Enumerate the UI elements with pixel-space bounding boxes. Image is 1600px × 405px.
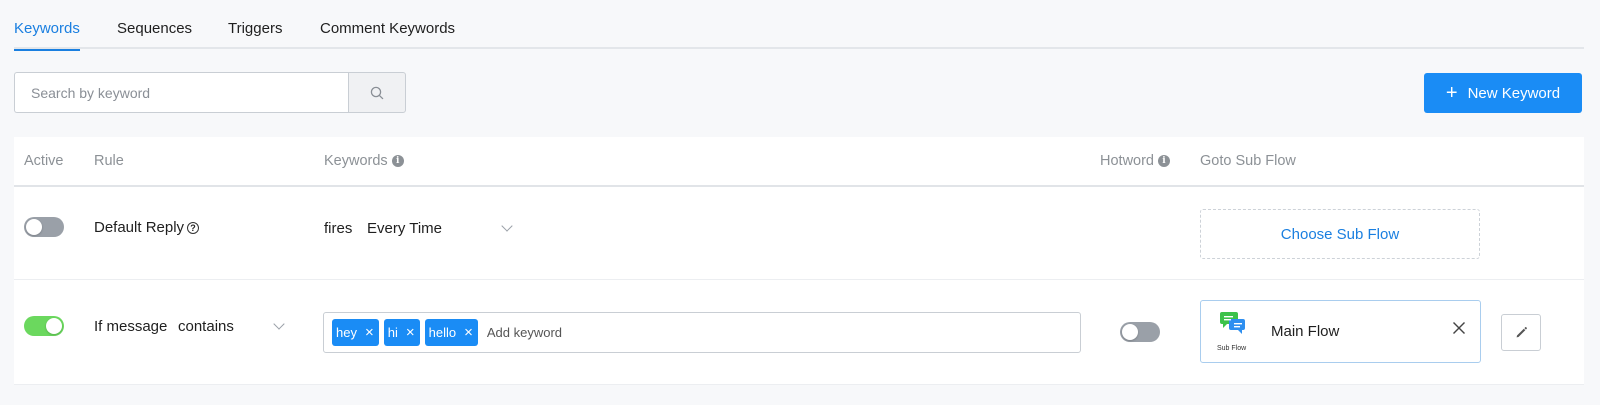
keyword-chip-label: hello xyxy=(428,325,457,340)
pencil-icon xyxy=(1516,327,1527,338)
close-icon[interactable]: × xyxy=(464,325,473,340)
close-icon[interactable]: × xyxy=(406,325,415,340)
search-button[interactable] xyxy=(348,72,406,113)
toggle-knob xyxy=(26,219,42,235)
info-icon[interactable]: i xyxy=(1158,155,1170,167)
fires-frequency-select[interactable]: Every Time xyxy=(367,220,517,237)
close-icon[interactable]: × xyxy=(365,325,374,340)
search-icon xyxy=(370,86,384,99)
new-keyword-label: New Keyword xyxy=(1467,84,1561,102)
rule-prefix: If message xyxy=(94,318,168,335)
sub-flow-caption: Sub Flow xyxy=(1217,345,1247,352)
toggle-knob xyxy=(46,318,62,334)
active-toggle[interactable] xyxy=(24,316,64,336)
active-toggle[interactable] xyxy=(24,217,64,237)
info-icon[interactable]: i xyxy=(391,155,404,167)
tab-triggers[interactable]: Triggers xyxy=(228,20,282,49)
search-bar xyxy=(14,72,406,113)
fires-frequency-value: Every Time xyxy=(367,220,443,237)
tab-keywords[interactable]: Keywords xyxy=(14,20,80,51)
table-row: If message contains hey × hi × hello × A… xyxy=(14,280,1584,385)
rule-default-reply: Default Reply? xyxy=(94,219,200,236)
hotword-toggle[interactable] xyxy=(1120,322,1160,342)
sub-flow-card[interactable]: Sub Flow Main Flow xyxy=(1200,300,1481,363)
close-icon[interactable] xyxy=(1452,321,1466,335)
keyword-chip: hello × xyxy=(424,319,478,346)
header-rule-label: Rule xyxy=(94,153,124,169)
toggle-knob xyxy=(1122,324,1138,340)
table-row: Default Reply? fires Every Time Choose S… xyxy=(14,189,1584,280)
tab-bar: Keywords Sequences Triggers Comment Keyw… xyxy=(14,0,1584,51)
add-keyword-input[interactable] xyxy=(486,325,787,340)
header-active: Active xyxy=(24,153,64,169)
keywords-field[interactable]: hey × hi × hello × xyxy=(323,312,1081,353)
tab-sequences[interactable]: Sequences xyxy=(117,20,192,49)
chat-bubbles-icon xyxy=(1220,312,1245,334)
fires-label: fires xyxy=(324,220,353,237)
rule-label: Default Reply xyxy=(94,219,185,236)
header-rule: Rule xyxy=(94,153,124,169)
keywords-table: Active Rule Keywords i Hotword i Goto Su… xyxy=(14,137,1584,385)
header-goto-sub-flow-label: Goto Sub Flow xyxy=(1200,153,1296,169)
header-goto-sub-flow: Goto Sub Flow xyxy=(1200,153,1296,169)
header-active-label: Active xyxy=(24,153,64,169)
keyword-chip-label: hey xyxy=(336,325,357,340)
header-hotword: Hotword i xyxy=(1100,153,1170,169)
keyword-chip: hi × xyxy=(383,319,420,346)
tab-comment-keywords[interactable]: Comment Keywords xyxy=(320,20,455,49)
edit-button[interactable] xyxy=(1501,314,1541,351)
header-keywords: Keywords i xyxy=(324,153,404,169)
header-keywords-label: Keywords xyxy=(324,153,388,169)
header-hotword-label: Hotword xyxy=(1100,153,1154,169)
plus-icon: + xyxy=(1445,82,1458,104)
new-keyword-button[interactable]: + New Keyword xyxy=(1424,73,1582,113)
choose-sub-flow-label: Choose Sub Flow xyxy=(1280,225,1400,243)
keyword-chip-label: hi xyxy=(387,325,398,340)
search-input[interactable] xyxy=(14,72,348,113)
sub-flow-name: Main Flow xyxy=(1271,323,1340,340)
keyword-chip: hey × xyxy=(332,319,379,346)
rule-condition-value: contains xyxy=(178,318,234,335)
table-header: Active Rule Keywords i Hotword i Goto Su… xyxy=(14,137,1584,187)
choose-sub-flow-button[interactable]: Choose Sub Flow xyxy=(1200,209,1480,259)
help-icon[interactable]: ? xyxy=(187,222,200,234)
